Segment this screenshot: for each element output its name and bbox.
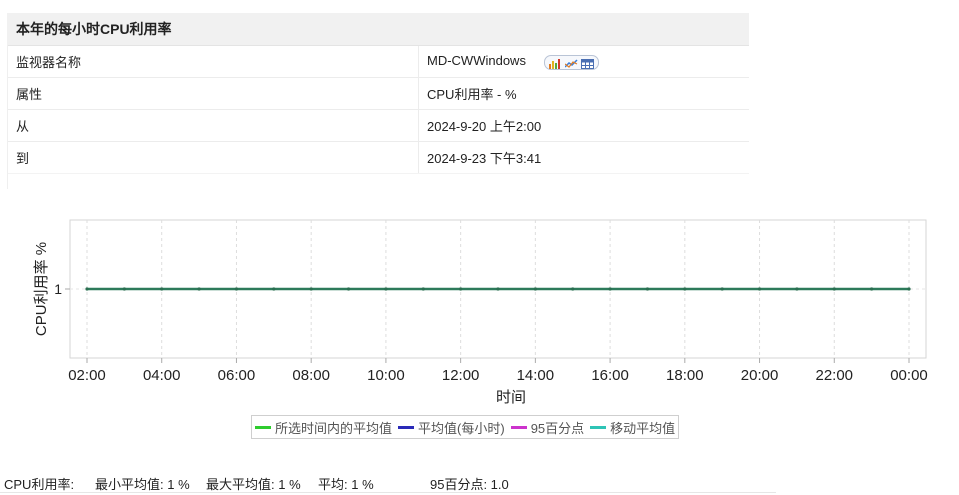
y-axis-label: CPU利用率 % [33, 242, 50, 336]
data-point [309, 287, 313, 291]
bar-chart-icon[interactable] [548, 57, 562, 70]
x-tick-label: 10:00 [367, 367, 405, 384]
legend-item[interactable]: 所选时间内的平均值 [255, 418, 392, 437]
data-point [197, 287, 201, 291]
legend-swatch [590, 425, 607, 429]
monitor-name-label: 监视器名称 [7, 45, 419, 78]
y-tick-label: 1 [54, 281, 62, 297]
data-point [832, 287, 836, 291]
summary-avg: 平均: 1 % [318, 477, 374, 492]
summary-prefix: CPU利用率: [4, 477, 75, 492]
table-icon[interactable] [580, 57, 594, 70]
data-point [533, 287, 537, 291]
x-tick-label: 16:00 [591, 367, 629, 384]
data-point [459, 287, 463, 291]
data-point [870, 287, 874, 291]
legend-item[interactable]: 移动平均值 [590, 418, 675, 437]
monitor-name-value: MD-CWWindows [427, 53, 526, 69]
line-chart-icon[interactable] [564, 57, 578, 68]
chart-legend: 所选时间内的平均值 平均值(每小时) 95百分点 移动平均值 [251, 415, 680, 439]
view-switcher [543, 54, 599, 70]
data-point [645, 287, 650, 291]
legend-label: 95百分点 [530, 420, 585, 436]
report-info-table: 本年的每小时CPU利用率 监视器名称 MD-CWWindows 属性 CPU利用… [7, 13, 749, 174]
x-tick-label: 20:00 [741, 367, 779, 384]
data-point [795, 287, 799, 291]
x-tick-label: 22:00 [815, 367, 853, 384]
legend-swatch [255, 425, 271, 429]
x-tick-label: 00:00 [890, 367, 928, 384]
attribute-value: CPU利用率 - % [418, 77, 749, 110]
data-point [160, 287, 164, 291]
data-point [496, 287, 500, 291]
data-point [85, 287, 89, 291]
from-label: 从 [7, 109, 419, 142]
legend-label: 平均值(每小时) [418, 420, 505, 436]
x-tick-label: 08:00 [292, 367, 330, 384]
data-point [683, 287, 687, 291]
data-point [346, 287, 351, 291]
to-label: 到 [7, 141, 419, 174]
legend-item[interactable]: 平均值(每小时) [398, 418, 505, 437]
from-value: 2024-9-20 上午2:00 [418, 109, 749, 142]
cpu-line-chart: 02:00 04:00 06:00 08:00 10:00 12:00 14:00 16:00… [33, 219, 928, 406]
data-point [272, 287, 276, 291]
summary-min-avg: 最小平均值: 1 % [95, 477, 190, 492]
data-point [757, 287, 762, 291]
data-point [421, 287, 425, 291]
summary-p95: 95百分点: 1.0 [430, 477, 509, 492]
legend-swatch [510, 425, 527, 429]
monitor-name-cell: MD-CWWindows [418, 45, 749, 78]
report-title: 本年的每小时CPU利用率 [7, 13, 749, 46]
data-point [907, 287, 911, 291]
x-tick-label: 04:00 [143, 367, 181, 384]
to-value: 2024-9-23 下午3:41 [418, 141, 749, 174]
data-point [571, 287, 575, 291]
x-tick-label: 18:00 [666, 367, 704, 384]
x-tick-label: 02:00 [68, 367, 106, 384]
x-axis-label: 时间 [496, 389, 526, 406]
x-tick-label: 12:00 [442, 367, 480, 384]
x-tick-label: 06:00 [218, 367, 256, 384]
data-point [384, 287, 388, 291]
legend-label: 移动平均值 [610, 420, 676, 436]
data-point [608, 287, 612, 291]
x-tick-label: 14:00 [517, 367, 555, 384]
legend-label: 所选时间内的平均值 [275, 420, 393, 436]
legend-item[interactable]: 95百分点 [510, 418, 585, 437]
data-point [122, 287, 126, 291]
table-left-border [7, 45, 8, 189]
legend-swatch [398, 425, 415, 429]
data-point [720, 287, 724, 291]
attribute-label: 属性 [7, 77, 419, 110]
summary-divider [0, 492, 776, 493]
summary-max-avg: 最大平均值: 1 % [206, 477, 301, 492]
data-point [234, 287, 239, 291]
